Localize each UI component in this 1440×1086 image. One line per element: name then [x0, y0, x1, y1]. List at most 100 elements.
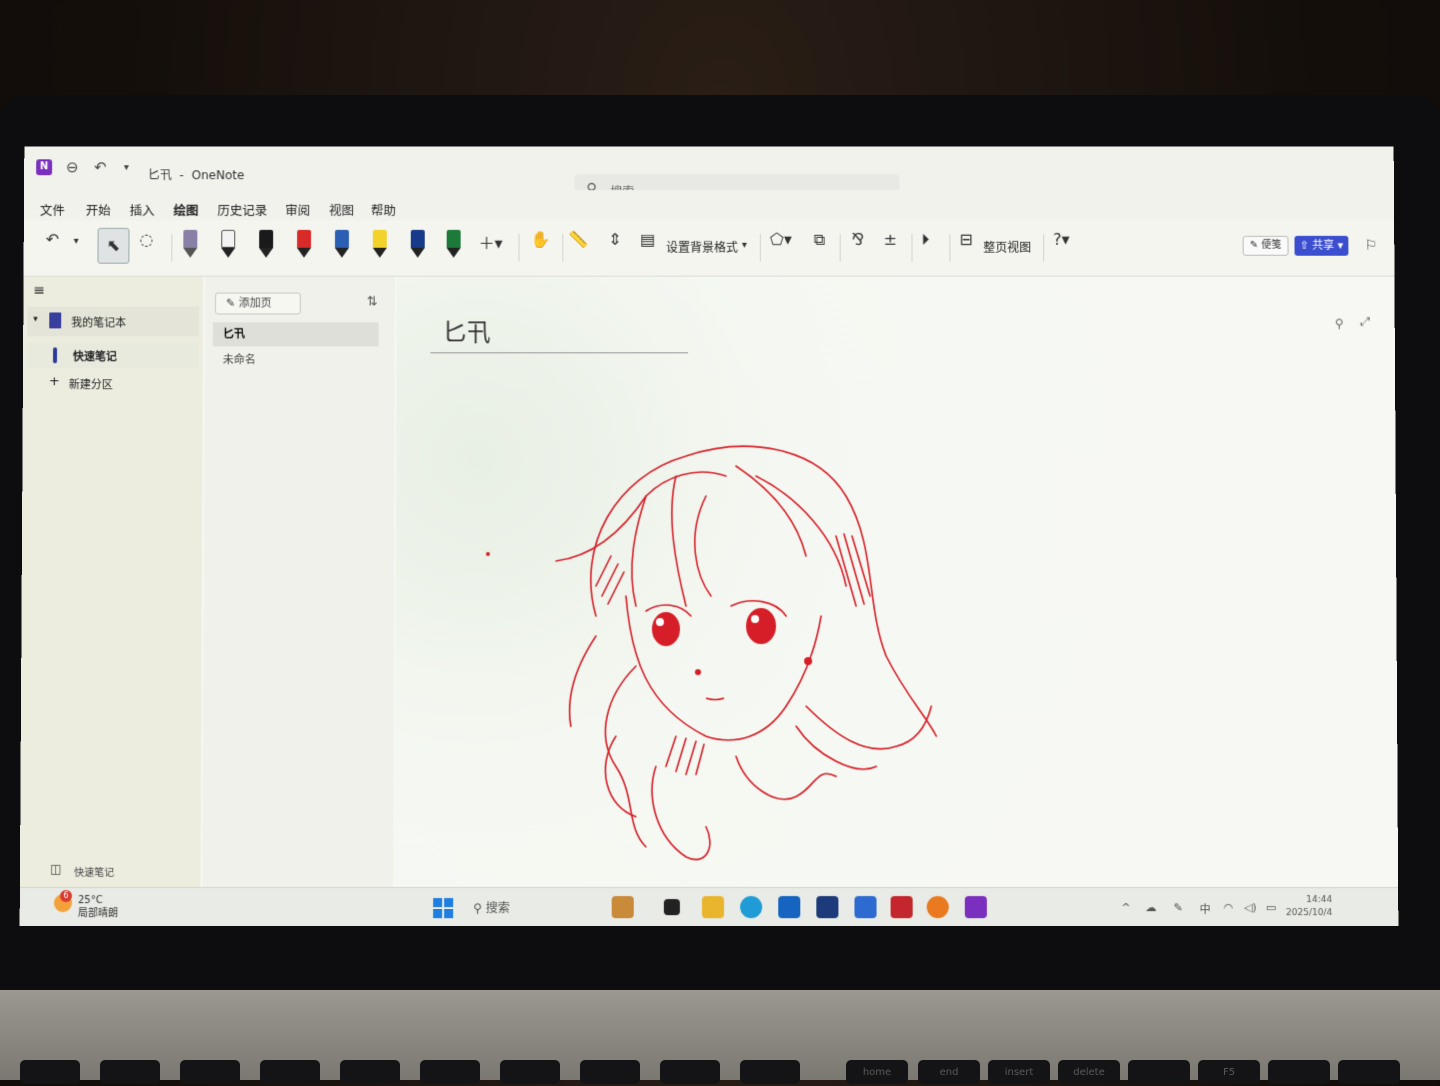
section-color-tab: [52, 347, 58, 364]
customize-quick-access-icon[interactable]: ▾: [124, 162, 129, 173]
weather-temp: 25°C: [77, 895, 103, 907]
start-windows-icon[interactable]: [433, 898, 454, 919]
ink-replay-icon[interactable]: ⏵: [921, 230, 929, 250]
key: [740, 1060, 800, 1084]
key: [500, 1060, 560, 1084]
background-format-icon[interactable]: ▤: [640, 230, 655, 249]
edge-browser-icon[interactable]: [740, 896, 763, 919]
ribbon: ↶ ▾ ⬉ ◌ ＋▾ ✋ 📏 ⇕ ▤ 设置背景格式 ▾ ⬠▾ ⧉ ⅋ ± ⏵ ⊟…: [23, 219, 1395, 277]
tab-file[interactable]: 文件: [40, 200, 65, 219]
highlighter-yellow-icon[interactable]: [372, 229, 387, 258]
add-page-button[interactable]: ✎ 添加页: [214, 292, 301, 315]
menu-toggle-icon[interactable]: ≡: [33, 283, 45, 299]
pen-blue-icon[interactable]: [334, 229, 349, 258]
weather-badge: 6: [59, 890, 73, 903]
ink-to-shape-icon[interactable]: ⧉: [814, 230, 825, 250]
note-canvas[interactable]: 匕卂 ⚲ ⤢: [395, 276, 1399, 888]
keyboard-row: home end insert delete F5: [20, 1060, 1420, 1084]
tab-review[interactable]: 审阅: [285, 200, 310, 219]
insert-space-icon[interactable]: ⇕: [608, 230, 621, 249]
key: [180, 1060, 240, 1084]
ruler-icon[interactable]: 📏: [568, 230, 588, 249]
share-button[interactable]: ⇧ 共享 ▾: [1294, 235, 1349, 256]
terminal-icon[interactable]: [663, 899, 680, 916]
taskbar-search[interactable]: ⚲ 搜索: [473, 899, 510, 916]
store-icon[interactable]: [816, 896, 839, 919]
clock-date: 2025/10/4: [1285, 908, 1333, 919]
photos-icon[interactable]: [854, 896, 877, 919]
ink-to-math-icon[interactable]: ±: [884, 230, 897, 249]
page-view-button[interactable]: 整页视图: [983, 239, 1031, 256]
battery-icon[interactable]: ▭: [1266, 901, 1277, 914]
file-explorer-icon[interactable]: [701, 896, 725, 919]
expand-icon[interactable]: ⤢: [1361, 314, 1371, 329]
mcafee-icon[interactable]: [890, 896, 913, 919]
wifi-icon[interactable]: ◠: [1224, 901, 1234, 914]
notebook-header[interactable]: ▾ 我的笔记本: [27, 306, 200, 337]
background-format-button[interactable]: 设置背景格式: [666, 239, 738, 256]
key-end: end: [918, 1060, 980, 1084]
ink-drawing-anime-girl[interactable]: [535, 436, 956, 877]
help-icon[interactable]: ?▾: [1053, 230, 1070, 249]
undo-quick-icon[interactable]: ↶: [94, 158, 107, 176]
key-insert: insert: [988, 1060, 1050, 1084]
tab-insert[interactable]: 插入: [130, 200, 155, 219]
add-pen-icon[interactable]: ＋▾: [479, 230, 503, 254]
search-page-icon[interactable]: ⚲: [1335, 316, 1344, 330]
notebook-name: 我的笔记本: [71, 316, 127, 330]
volume-icon[interactable]: ◁): [1244, 901, 1257, 914]
weather-widget[interactable]: 25°C 局部晴朗: [78, 894, 118, 920]
page-item[interactable]: 未命名: [213, 348, 379, 372]
onenote-taskbar-icon[interactable]: [964, 896, 987, 919]
chevron-down-icon: ▾: [33, 314, 38, 325]
pen-red-icon[interactable]: [296, 229, 312, 258]
clock[interactable]: 14:44 2025/10/4: [1286, 894, 1332, 920]
ribbon-divider: [518, 233, 520, 262]
back-icon[interactable]: ⊖: [66, 158, 79, 176]
outlook-icon[interactable]: [778, 896, 801, 919]
undo-icon[interactable]: ↶: [46, 230, 59, 249]
page-view-icon[interactable]: ⊟: [959, 230, 972, 249]
add-page-label: 添加页: [238, 296, 272, 310]
tab-view[interactable]: 视图: [329, 200, 354, 219]
lasso-icon[interactable]: ◌: [139, 230, 153, 249]
shapes-icon[interactable]: ⬠▾: [770, 230, 792, 249]
widget-tiger-icon[interactable]: [611, 896, 634, 919]
ribbon-divider: [911, 233, 913, 262]
pen-green-icon[interactable]: [446, 229, 461, 258]
key: [660, 1060, 720, 1084]
section-quick-notes[interactable]: 快速笔记: [26, 342, 199, 369]
ribbon-divider: [759, 233, 761, 262]
tab-history[interactable]: 历史记录: [217, 200, 267, 219]
tab-home[interactable]: 开始: [86, 200, 111, 219]
ribbon-divider: [1043, 233, 1045, 262]
pen-black-icon[interactable]: [259, 229, 274, 258]
eraser-icon[interactable]: [183, 229, 198, 258]
sticky-notes-button[interactable]: ✎ 便笺: [1242, 235, 1289, 256]
onenote-logo-icon: N: [36, 159, 53, 176]
page-item[interactable]: 匕卂: [212, 322, 379, 347]
ink-to-text-icon[interactable]: ⅋: [852, 230, 864, 249]
pen-navy-icon[interactable]: [410, 229, 425, 258]
new-section-button[interactable]: + 新建分区: [43, 372, 193, 392]
add-page-icon: ✎: [225, 296, 236, 310]
notebook-pane: ≡ ▾ 我的笔记本 快速笔记 + 新建分区: [19, 276, 204, 888]
sort-icon[interactable]: ⇅: [367, 295, 378, 310]
page-title[interactable]: 匕卂: [442, 312, 490, 347]
background-format-dropdown-icon[interactable]: ▾: [742, 240, 747, 251]
pen-tray-icon[interactable]: ✎: [1173, 901, 1182, 914]
tray-chevron-icon[interactable]: ^: [1121, 901, 1130, 914]
pan-hand-icon[interactable]: ✋: [530, 230, 550, 249]
section-label: 快速笔记: [72, 350, 117, 364]
pen-outline-icon[interactable]: [221, 229, 236, 258]
undo-dropdown-icon[interactable]: ▾: [74, 236, 79, 247]
feedback-icon[interactable]: ⚐: [1364, 238, 1377, 254]
ime-indicator[interactable]: 中: [1200, 901, 1211, 917]
select-tool-icon[interactable]: ⬉: [97, 227, 130, 264]
menu-bar: 文件 开始 插入 绘图 历史记录 审阅 视图 帮助: [23, 190, 1395, 223]
key-home: home: [846, 1060, 908, 1084]
tab-help[interactable]: 帮助: [371, 200, 396, 219]
onedrive-icon[interactable]: ☁: [1145, 901, 1156, 914]
blender-icon[interactable]: [926, 896, 949, 919]
quick-notes-footer[interactable]: ◫ 快速笔记: [20, 858, 201, 884]
